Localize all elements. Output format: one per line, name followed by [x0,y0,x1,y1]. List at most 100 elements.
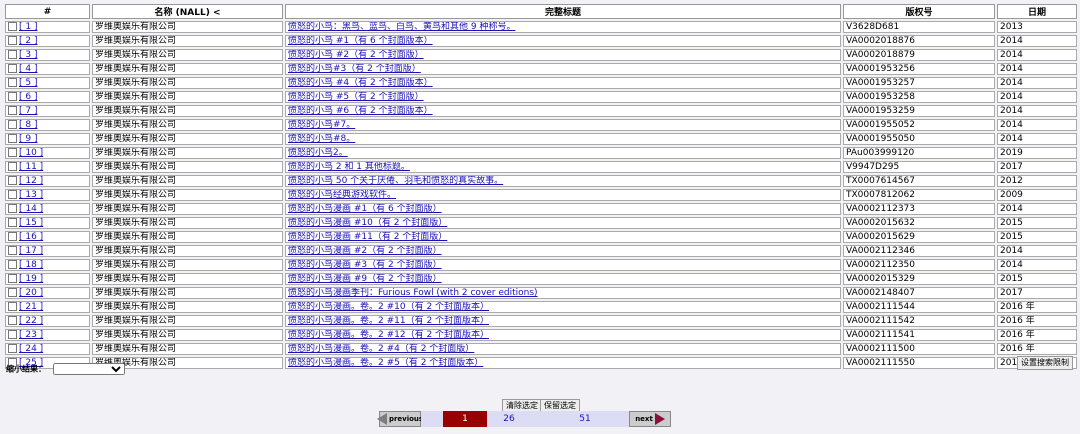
row-checkbox[interactable] [8,92,17,101]
refine-select[interactable] [52,363,125,375]
row-name: 罗维奥娱乐有限公司 [92,301,283,313]
row-checkbox[interactable] [8,204,17,213]
row-title-link[interactable]: 愤怒的小鸟#7。 [288,120,355,130]
row-checkbox[interactable] [8,36,17,45]
row-title-link[interactable]: 愤怒的小鸟 50 个关于厌倦、羽毛和愤怒的真实故事。 [288,176,503,186]
page-link-51[interactable]: 51 [563,411,607,427]
table-row: [ 13 ] 罗维奥娱乐有限公司 愤怒的小鸟经典游戏软件。 TX0007812062 2… [5,189,1077,201]
row-number-link[interactable]: [ 20 ] [19,288,43,298]
row-reg: VA0001955052 [843,119,995,131]
row-title-link[interactable]: 愤怒的小鸟漫画 #3（有 2 个封面版） [288,260,442,270]
row-number-link[interactable]: [ 23 ] [19,330,43,340]
row-checkbox[interactable] [8,330,17,339]
row-title-cell: 愤怒的小鸟漫画。卷。2 #12（有 2 个封面版本） [285,329,841,341]
row-num-cell: [ 21 ] [5,301,90,313]
row-title-link[interactable]: 愤怒的小鸟 #4（有 2 个封面版本） [288,78,433,88]
row-title-link[interactable]: 愤怒的小鸟 2 和 1 其他标题。 [288,162,410,172]
row-reg: VA0002112350 [843,259,995,271]
row-date: 2009 [997,189,1077,201]
row-checkbox[interactable] [8,316,17,325]
row-number-link[interactable]: [ 6 ] [19,92,37,102]
row-checkbox[interactable] [8,260,17,269]
row-title-link[interactable]: 愤怒的小鸟漫画。卷。2 #10（有 2 个封面版本） [288,302,489,312]
row-checkbox[interactable] [8,288,17,297]
page-link-26[interactable]: 26 [487,411,531,427]
row-title-link[interactable]: 愤怒的小鸟漫画。卷。2 #5（有 2 个封面版本） [288,358,483,368]
row-title-link[interactable]: 愤怒的小鸟漫画。卷。2 #4（有 2 个封面版） [288,344,474,354]
row-title-link[interactable]: 愤怒的小鸟 #1（有 6 个封面版本） [288,36,433,46]
row-title-link[interactable]: 愤怒的小鸟2。 [288,148,348,158]
row-number-link[interactable]: [ 12 ] [19,176,43,186]
row-number-link[interactable]: [ 8 ] [19,120,37,130]
row-checkbox[interactable] [8,302,17,311]
row-number-link[interactable]: [ 1 ] [19,22,37,32]
row-number-link[interactable]: [ 13 ] [19,190,43,200]
header-name[interactable]: 名称 (NALL) < [92,4,283,19]
row-checkbox[interactable] [8,274,17,283]
row-number-link[interactable]: [ 10 ] [19,148,43,158]
row-number-link[interactable]: [ 14 ] [19,204,43,214]
previous-button[interactable]: previous [376,411,423,427]
row-number-link[interactable]: [ 5 ] [19,78,37,88]
row-number-link[interactable]: [ 22 ] [19,316,43,326]
row-name: 罗维奥娱乐有限公司 [92,91,283,103]
row-number-link[interactable]: [ 3 ] [19,50,37,60]
row-reg: VA0002018879 [843,49,995,61]
row-number-link[interactable]: [ 7 ] [19,106,37,116]
row-checkbox[interactable] [8,64,17,73]
row-number-link[interactable]: [ 4 ] [19,64,37,74]
row-name: 罗维奥娱乐有限公司 [92,203,283,215]
row-number-link[interactable]: [ 24 ] [19,344,43,354]
next-button[interactable]: next [629,411,671,427]
row-reg: TX0007614567 [843,175,995,187]
row-title-link[interactable]: 愤怒的小鸟漫画。卷。2 #11（有 2 个封面版本） [288,316,489,326]
row-title-link[interactable]: 愤怒的小鸟经典游戏软件。 [288,190,396,200]
row-title-link[interactable]: 愤怒的小鸟漫画 #11（有 2 个封面版） [288,232,447,242]
row-title-cell: 愤怒的小鸟 #1（有 6 个封面版本） [285,35,841,47]
row-title-link[interactable]: 愤怒的小鸟漫画 #9（有 2 个封面版） [288,274,442,284]
row-title-link[interactable]: 愤怒的小鸟：黑鸟、蓝鸟、白鸟、黄鸟和其他 9 种称号。 [288,22,515,32]
row-number-link[interactable]: [ 17 ] [19,246,43,256]
row-checkbox[interactable] [8,22,17,31]
row-number-link[interactable]: [ 21 ] [19,302,43,312]
row-number-link[interactable]: [ 16 ] [19,232,43,242]
row-title-link[interactable]: 愤怒的小鸟 #5（有 2 个封面版） [288,92,424,102]
row-title-link[interactable]: 愤怒的小鸟#8。 [288,134,355,144]
row-checkbox[interactable] [8,134,17,143]
row-checkbox[interactable] [8,120,17,129]
row-checkbox[interactable] [8,106,17,115]
row-checkbox[interactable] [8,176,17,185]
row-title-link[interactable]: 愤怒的小鸟漫画。卷。2 #12（有 2 个封面版本） [288,330,489,340]
row-number-link[interactable]: [ 19 ] [19,274,43,284]
row-title-link[interactable]: 愤怒的小鸟漫画 #2（有 2 个封面版） [288,246,442,256]
row-checkbox[interactable] [8,218,17,227]
set-search-limits-button[interactable]: 设置搜索限制 [1017,356,1073,370]
table-header-row: # 名称 (NALL) < 完整标题 版权号 日期 [5,4,1077,19]
table-row: [ 11 ] 罗维奥娱乐有限公司 愤怒的小鸟 2 和 1 其他标题。 V9947D29… [5,161,1077,173]
row-title-link[interactable]: 愤怒的小鸟漫画 #10（有 2 个封面版） [288,218,447,228]
row-number-link[interactable]: [ 15 ] [19,218,43,228]
row-title-link[interactable]: 愤怒的小鸟漫画 #1（有 6 个封面版） [288,204,442,214]
row-number-link[interactable]: [ 11 ] [19,162,43,172]
row-number-link[interactable]: [ 2 ] [19,36,37,46]
row-title-link[interactable]: 愤怒的小鸟漫画季刊：Furious Fowl (with 2 cover edi… [288,288,538,298]
row-title-link[interactable]: 愤怒的小鸟 #6（有 2 个封面版本） [288,106,433,116]
row-checkbox[interactable] [8,148,17,157]
row-checkbox[interactable] [8,78,17,87]
row-checkbox[interactable] [8,162,17,171]
row-checkbox[interactable] [8,232,17,241]
row-checkbox[interactable] [8,344,17,353]
row-checkbox[interactable] [8,246,17,255]
row-number-link[interactable]: [ 9 ] [19,134,37,144]
row-title-link[interactable]: 愤怒的小鸟#3（有 2 个封面版） [288,64,421,74]
row-name: 罗维奥娱乐有限公司 [92,329,283,341]
row-checkbox[interactable] [8,50,17,59]
row-date: 2016 年 [997,329,1077,341]
row-date: 2014 [997,63,1077,75]
row-num-cell: [ 14 ] [5,203,90,215]
table-row: [ 12 ] 罗维奥娱乐有限公司 愤怒的小鸟 50 个关于厌倦、羽毛和愤怒的真实故事… [5,175,1077,187]
row-number-link[interactable]: [ 18 ] [19,260,43,270]
row-title-link[interactable]: 愤怒的小鸟 #2（有 2 个封面版） [288,50,424,60]
row-checkbox[interactable] [8,190,17,199]
page-current: 1 [443,411,487,427]
